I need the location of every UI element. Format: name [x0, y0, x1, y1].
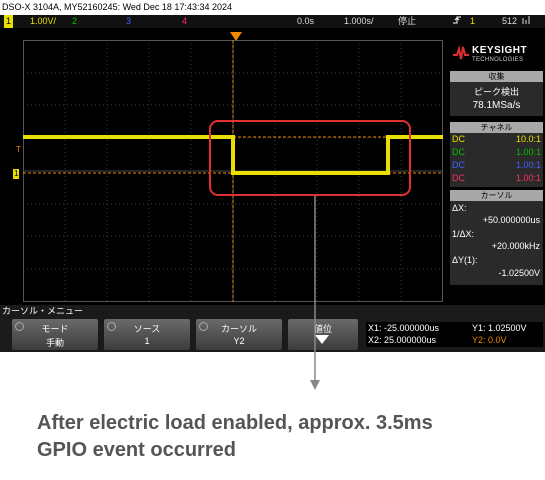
delta-x-label: ΔX: — [452, 203, 467, 213]
time-position[interactable]: 0.0s — [297, 15, 314, 28]
trigger-level-marker[interactable]: T — [16, 145, 21, 154]
inverse-delta-x-label: 1/ΔX: — [452, 229, 475, 239]
signal-icon — [522, 15, 530, 29]
title-bar: DSO-X 3104A, MY52160245: Wed Dec 18 17:4… — [0, 0, 545, 15]
ch1-ground-marker[interactable]: 1 — [13, 169, 20, 179]
ch2-coupling: DC — [452, 147, 465, 157]
ch3-coupling: DC — [452, 160, 465, 170]
channel-header[interactable]: チャネル — [450, 122, 543, 133]
cursor-readout: X1: -25.000000us X2: 25.000000us Y1: 1.0… — [366, 322, 543, 347]
softkey-source[interactable]: ソース 1 — [104, 319, 190, 350]
menu-title: カーソル・メニュー — [2, 306, 84, 316]
softkey-source-value: 1 — [144, 336, 150, 346]
channel-list: DC 10.0:1 DC 1.00:1 DC 1.00:1 DC 1.00:1 — [450, 133, 543, 187]
ch1-coupling: DC — [452, 134, 465, 144]
keysight-logo: KEYSIGHT TECHNOLOGIES — [448, 42, 545, 66]
ch4-probe-ratio: 1.00:1 — [515, 173, 541, 183]
title-text: DSO-X 3104A, MY52160245: Wed Dec 18 17:4… — [2, 2, 232, 12]
oscilloscope-screen: DSO-X 3104A, MY52160245: Wed Dec 18 17:4… — [0, 0, 545, 352]
caption-line-2: GPIO event occurred — [37, 439, 236, 461]
x1-readout: X1: -25.000000us — [368, 323, 440, 333]
ch2-probe-ratio: 1.00:1 — [515, 147, 541, 157]
ch1-number[interactable]: 1 — [4, 15, 14, 28]
trigger-channel[interactable]: 1 — [470, 15, 475, 28]
ch1-scale[interactable]: 1.00V/ — [30, 15, 56, 28]
delta-y-label: ΔY(1): — [452, 255, 478, 265]
softkey-cursor-value: Y2 — [233, 336, 245, 346]
delta-x-value: +50.000000us — [482, 215, 540, 225]
ch1-probe-ratio: 10.0:1 — [515, 134, 541, 144]
cursor-info: ΔX: +50.000000us 1/ΔX: +20.000kHz ΔY(1):… — [450, 201, 543, 285]
keysight-wave-icon — [453, 45, 469, 60]
cursor-header[interactable]: カーソル — [450, 190, 543, 201]
highlight-box — [209, 120, 411, 196]
ch4-number[interactable]: 4 — [182, 15, 187, 28]
y1-readout: Y1: 1.02500V — [472, 323, 527, 333]
ch4-coupling: DC — [452, 173, 465, 183]
trigger-edge-icon — [452, 15, 462, 29]
inverse-delta-x-value: +20.000kHz — [491, 241, 540, 251]
acquisition-mode: ピーク検出 — [473, 87, 519, 97]
brand-name: KEYSIGHT — [472, 45, 528, 56]
trigger-level[interactable]: 512 — [502, 15, 517, 28]
pointer-arrow — [310, 196, 320, 390]
delta-y-value: -1.02500V — [498, 268, 540, 278]
run-state[interactable]: 停止 — [398, 15, 416, 28]
info-panel: KEYSIGHT TECHNOLOGIES 収集 ピーク検出 78.1MSa/s… — [448, 40, 545, 302]
softkey-mode-label: モード — [41, 324, 69, 334]
acquisition-body: ピーク検出 78.1MSa/s — [450, 82, 543, 116]
softkey-cursor-label: カーソル — [220, 324, 257, 334]
caption-line-1: After electric load enabled, approx. 3.5… — [37, 412, 433, 434]
brand-tagline: TECHNOLOGIES — [472, 57, 524, 63]
acquisition-header[interactable]: 収集 — [450, 71, 543, 82]
ch3-probe-ratio: 1.00:1 — [515, 160, 541, 170]
softkey-mode-value: 手動 — [45, 338, 64, 348]
ch2-number[interactable]: 2 — [72, 15, 77, 28]
time-scale[interactable]: 1.000s/ — [344, 15, 374, 28]
sample-rate: 78.1MSa/s — [472, 100, 521, 111]
status-bar: 1 1.00V/ 2 3 4 0.0s 1.000s/ 停止 1 512 — [0, 15, 545, 28]
x2-readout: X2: 25.000000us — [368, 335, 437, 345]
ch3-number[interactable]: 3 — [126, 15, 131, 28]
softkey-source-label: ソース — [133, 324, 161, 334]
softkey-mode[interactable]: モード 手動 — [12, 319, 98, 350]
softkey-cursor[interactable]: カーソル Y2 — [196, 319, 282, 350]
y2-readout: Y2: 0.0V — [472, 335, 507, 345]
